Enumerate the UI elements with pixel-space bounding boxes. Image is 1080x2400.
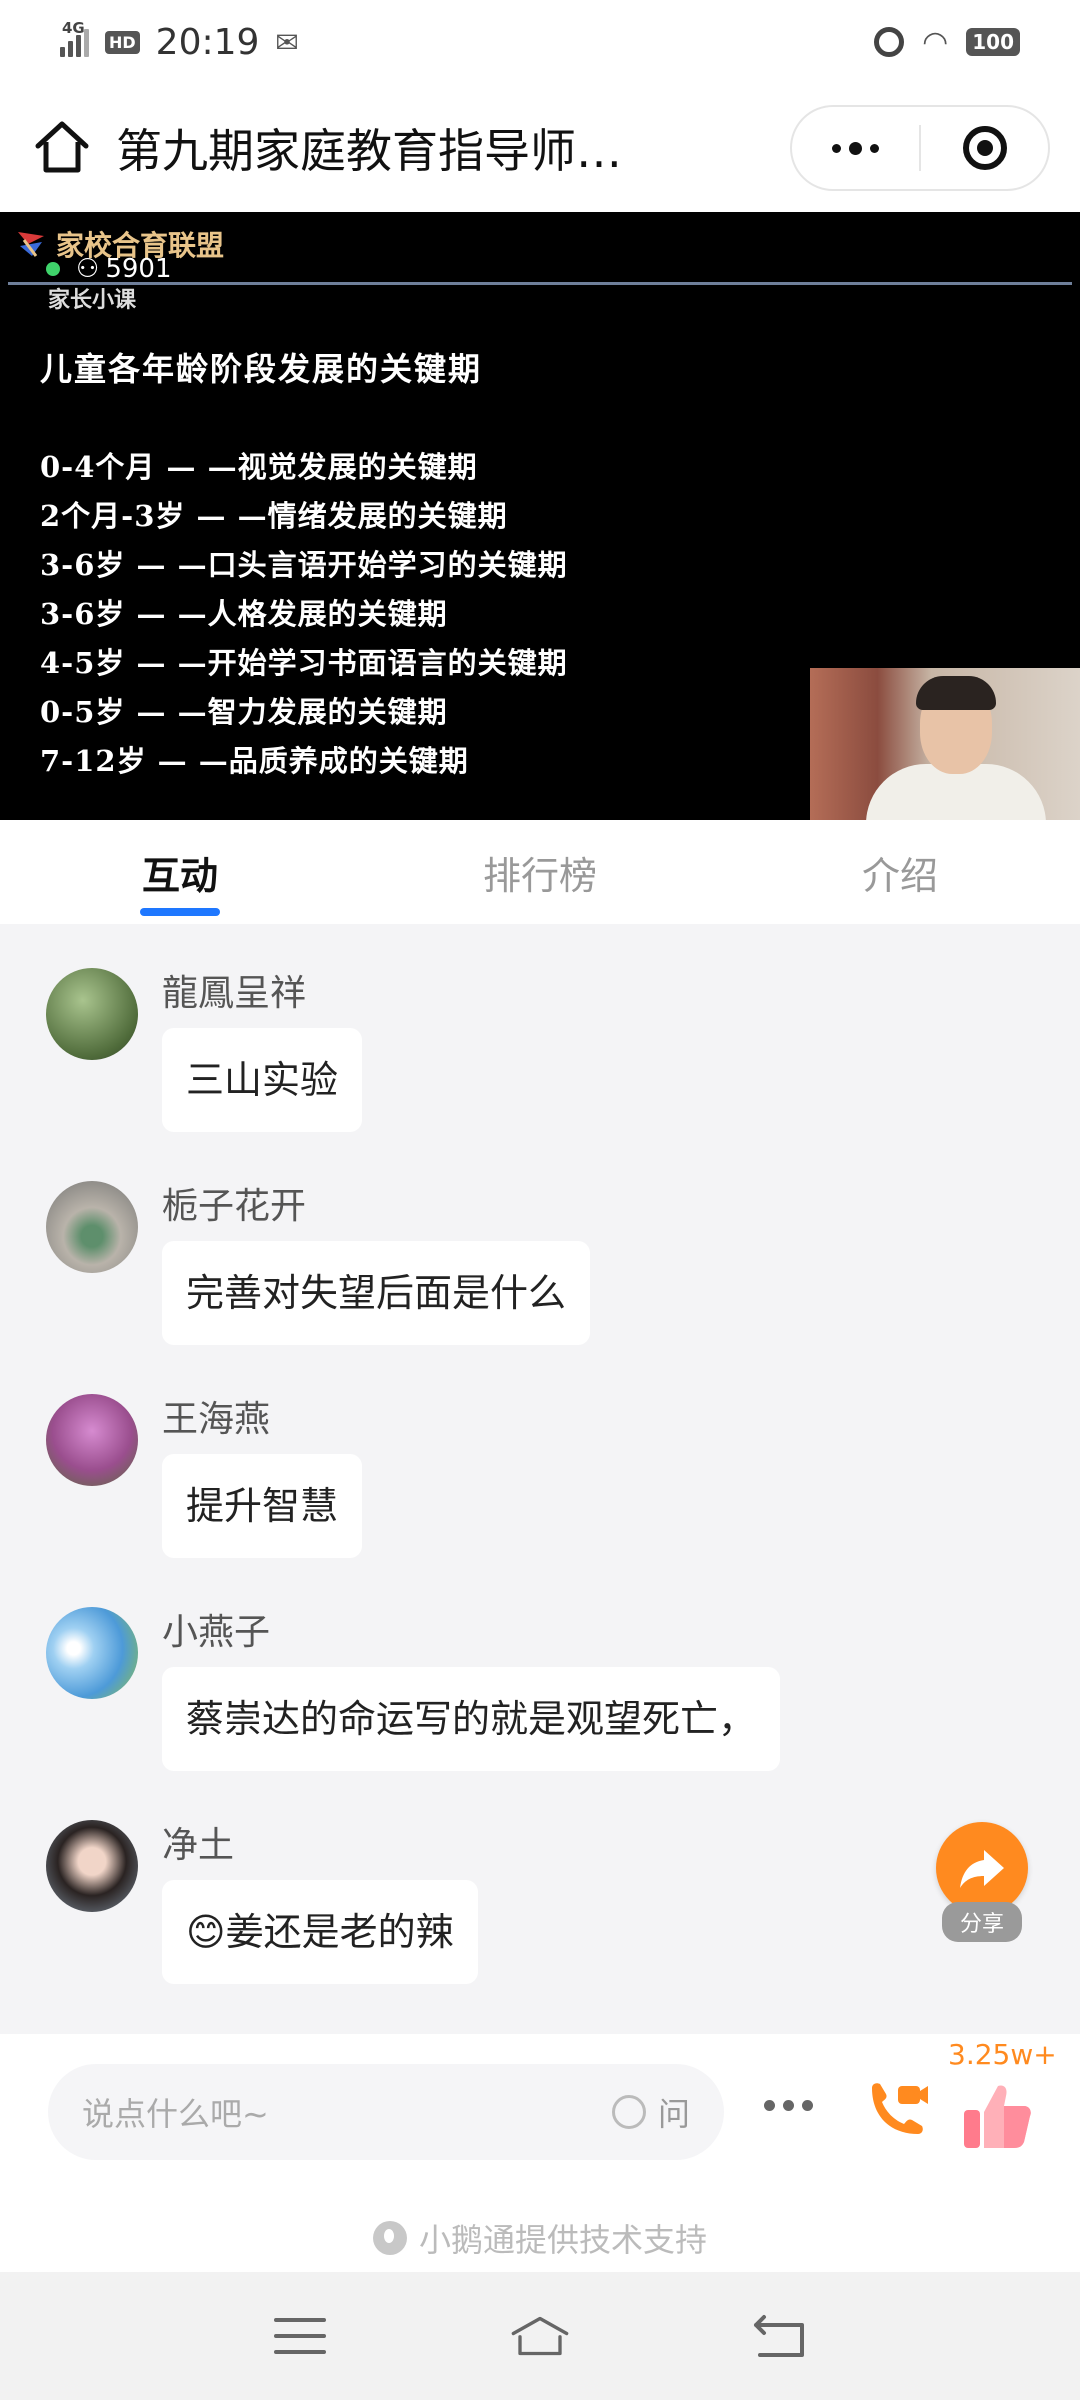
avatar[interactable] bbox=[46, 968, 138, 1060]
title-bar: 第九期家庭教育指导师… bbox=[0, 84, 1080, 212]
message-bubble: 提升智慧 bbox=[162, 1454, 363, 1558]
wechat-icon: ✉ bbox=[275, 25, 299, 59]
presenter-hair bbox=[916, 676, 996, 710]
message-bubble: 😊姜还是老的辣 bbox=[162, 1880, 478, 1984]
slide-line: 0-5岁 — —智力发展的关键期 bbox=[40, 695, 448, 729]
message-author: 龍鳳呈祥 bbox=[162, 973, 307, 1014]
close-target-icon bbox=[962, 126, 1007, 170]
ask-label: 问 bbox=[657, 2095, 690, 2133]
message-bubble: 三山实验 bbox=[162, 1028, 363, 1132]
more-options-icon[interactable] bbox=[764, 2100, 813, 2111]
system-nav-bar bbox=[0, 2272, 1080, 2400]
more-dots-button[interactable] bbox=[792, 107, 919, 189]
tab-ranking[interactable]: 排行榜 bbox=[360, 820, 720, 924]
video-sub-label: 家长小课 bbox=[48, 288, 137, 313]
slide-line: 3-6岁 — —口头言语开始学习的关键期 bbox=[40, 548, 568, 582]
slide-line: 4-5岁 — —开始学习书面语言的关键期 bbox=[40, 646, 568, 680]
avatar[interactable] bbox=[46, 1607, 138, 1699]
comment-input[interactable]: 说点什么吧~ 问 bbox=[48, 2064, 724, 2160]
share-label: 分享 bbox=[941, 1902, 1022, 1942]
ask-question-toggle[interactable]: 问 bbox=[611, 2089, 690, 2135]
message-bubble: 完善对失望后面是什么 bbox=[162, 1241, 591, 1345]
xiaoe-logo-icon bbox=[372, 2221, 407, 2255]
chat-message: 栀子花开 完善对失望后面是什么 bbox=[46, 1181, 591, 1345]
live-video-player[interactable]: 家校合育联盟 ⚇ 5901 家长小课 儿童各年龄阶段发展的关键期 0-4个月 —… bbox=[0, 212, 1080, 820]
slide-line: 3-6岁 — —人格发展的关键期 bbox=[40, 597, 448, 631]
chat-message: 小燕子 蔡崇达的命运写的就是观望死亡， bbox=[46, 1607, 781, 1771]
chat-message: 龍鳳呈祥 三山实验 bbox=[46, 968, 363, 1132]
status-bar: 4G HD 20:19 ✉ ◠ 100 bbox=[0, 0, 1080, 84]
thumbs-up-icon[interactable] bbox=[960, 2078, 1036, 2154]
presenter-camera-pip[interactable] bbox=[810, 668, 1080, 820]
video-call-icon[interactable] bbox=[860, 2074, 932, 2146]
avatar[interactable] bbox=[46, 1394, 138, 1486]
tab-interaction[interactable]: 互动 bbox=[0, 820, 360, 924]
message-bubble: 蔡崇达的命运写的就是观望死亡， bbox=[162, 1667, 781, 1771]
slide-lines: 0-4个月 — —视觉发展的关键期 2个月-3岁 — —情绪发展的关键期 3-6… bbox=[40, 444, 568, 787]
live-dot-icon bbox=[46, 262, 60, 276]
comment-placeholder: 说点什么吧~ bbox=[82, 2095, 269, 2133]
avatar[interactable] bbox=[46, 1820, 138, 1912]
person-icon: ⚇ bbox=[76, 254, 100, 284]
message-author: 小燕子 bbox=[162, 1612, 271, 1653]
menu-icon bbox=[274, 2318, 326, 2354]
share-arrow-icon bbox=[936, 1822, 1028, 1914]
close-button[interactable] bbox=[921, 107, 1048, 189]
tab-bar: 互动 排行榜 介绍 bbox=[0, 820, 1080, 924]
home-nav-button[interactable] bbox=[510, 2306, 570, 2366]
page-title: 第九期家庭教育指导师… bbox=[116, 124, 622, 178]
back-nav-button[interactable] bbox=[750, 2306, 810, 2366]
powered-by-footer: 小鹅通提供技术支持 bbox=[0, 2204, 1080, 2272]
mini-program-capsule bbox=[790, 105, 1050, 191]
chat-message: 净土 😊姜还是老的辣 bbox=[46, 1820, 478, 1984]
slide-line: 2个月-3岁 — —情绪发展的关键期 bbox=[40, 499, 508, 533]
message-author: 净土 bbox=[162, 1825, 235, 1866]
menu-nav-button[interactable] bbox=[270, 2306, 330, 2366]
input-bar: 说点什么吧~ 问 3.25w+ bbox=[0, 2034, 1080, 2204]
viewer-count-value: 5901 bbox=[105, 254, 172, 284]
alarm-icon bbox=[874, 27, 905, 57]
chat-list[interactable]: 龍鳳呈祥 三山实验 栀子花开 完善对失望后面是什么 王海燕 提升智慧 小燕子 蔡… bbox=[0, 924, 1080, 2034]
app-root: 4G HD 20:19 ✉ ◠ 100 第九期家庭教育指导师… 家校合育联盟 ⚇… bbox=[0, 0, 1080, 2400]
slide-line: 7-12岁 — —品质养成的关键期 bbox=[40, 744, 469, 778]
viewer-count: ⚇ 5901 bbox=[46, 254, 171, 284]
signal-icon: 4G bbox=[60, 19, 89, 57]
home-nav-icon bbox=[511, 2316, 569, 2356]
like-count: 3.25w+ bbox=[948, 2038, 1057, 2071]
tab-introduction[interactable]: 介绍 bbox=[720, 820, 1080, 924]
avatar[interactable] bbox=[46, 1181, 138, 1273]
message-author: 栀子花开 bbox=[162, 1186, 307, 1227]
slide-title: 儿童各年龄阶段发展的关键期 bbox=[40, 350, 483, 388]
message-author: 王海燕 bbox=[162, 1399, 271, 1440]
back-icon bbox=[754, 2315, 804, 2357]
battery-icon: 100 bbox=[966, 28, 1020, 56]
wifi-icon: ◠ bbox=[922, 24, 949, 60]
hd-badge: HD bbox=[105, 30, 140, 54]
powered-by-text: 小鹅通提供技术支持 bbox=[418, 2221, 707, 2259]
home-icon[interactable] bbox=[30, 116, 94, 180]
slide-line: 0-4个月 — —视觉发展的关键期 bbox=[40, 450, 478, 484]
status-time: 20:19 bbox=[155, 21, 260, 63]
chat-message: 王海燕 提升智慧 bbox=[46, 1394, 363, 1558]
radio-circle-icon bbox=[611, 2095, 646, 2129]
more-dots-icon bbox=[832, 141, 879, 155]
share-button[interactable]: 分享 bbox=[936, 1822, 1028, 1942]
logo-flag-icon bbox=[18, 232, 44, 257]
